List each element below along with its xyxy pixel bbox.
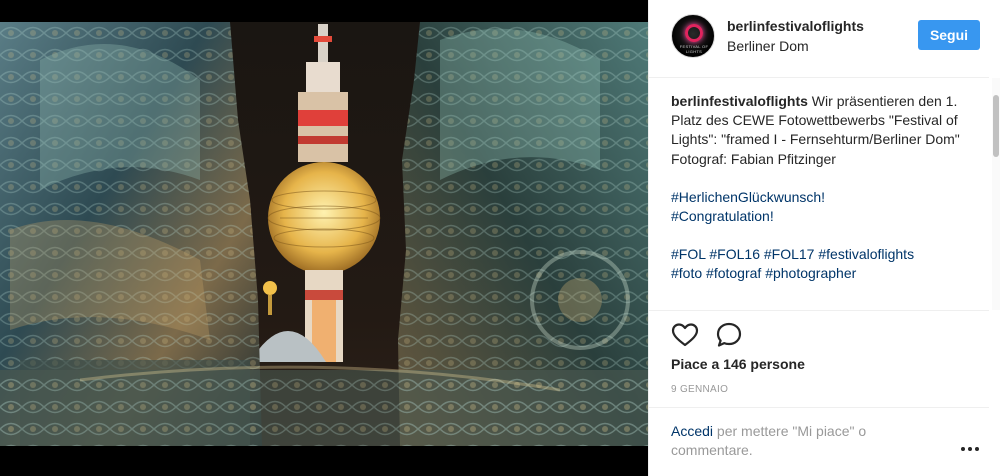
caption-username-link[interactable]: berlinfestivaloflights: [671, 93, 808, 109]
hashtag-link[interactable]: #HerlichenGlückwunsch!: [671, 189, 825, 205]
post-side-panel: FESTIVAL OF LIGHTS berlinfestivaloflight…: [648, 0, 1000, 476]
hashtag-link[interactable]: #festivaloflights: [818, 246, 914, 262]
avatar-ring-icon: [685, 24, 703, 42]
post-actions: Piace a 146 persone 9 GENNAIO: [649, 310, 989, 408]
hashtag-link[interactable]: #fotograf: [706, 265, 761, 281]
hashtag-link[interactable]: #foto: [671, 265, 702, 281]
hashtag-link[interactable]: #FOL17: [764, 246, 815, 262]
caption-fade: [671, 300, 971, 308]
login-prompt: Accedi per mettere "Mi piace" o commenta…: [671, 422, 941, 460]
follow-button[interactable]: Segui: [918, 20, 980, 50]
location-link[interactable]: Berliner Dom: [727, 38, 809, 54]
username-link[interactable]: berlinfestivaloflights: [727, 18, 864, 34]
hashtag-link[interactable]: #FOL: [671, 246, 706, 262]
avatar-text: FESTIVAL OF LIGHTS: [679, 44, 709, 54]
more-options-icon[interactable]: [959, 440, 981, 454]
hashtag-link[interactable]: #Congratulation!: [671, 208, 774, 224]
login-link[interactable]: Accedi: [671, 423, 713, 439]
post-caption: berlinfestivaloflights Wir präsentieren …: [671, 92, 971, 308]
post-header: FESTIVAL OF LIGHTS berlinfestivaloflight…: [649, 0, 989, 78]
photo-image: [0, 0, 648, 476]
caption-photographer: Fotograf: Fabian Pfitzinger: [671, 150, 836, 167]
post-date[interactable]: 9 GENNAIO: [671, 384, 728, 395]
caption-scrollbar-thumb[interactable]: [993, 95, 999, 157]
hashtag-link[interactable]: #photographer: [765, 265, 856, 281]
avatar[interactable]: FESTIVAL OF LIGHTS: [671, 14, 715, 58]
heart-outline-icon[interactable]: [671, 321, 699, 349]
post-photo[interactable]: [0, 0, 648, 476]
likes-count[interactable]: Piace a 146 persone: [671, 356, 805, 372]
speech-bubble-icon[interactable]: [715, 321, 743, 349]
hashtag-link[interactable]: #FOL16: [709, 246, 760, 262]
